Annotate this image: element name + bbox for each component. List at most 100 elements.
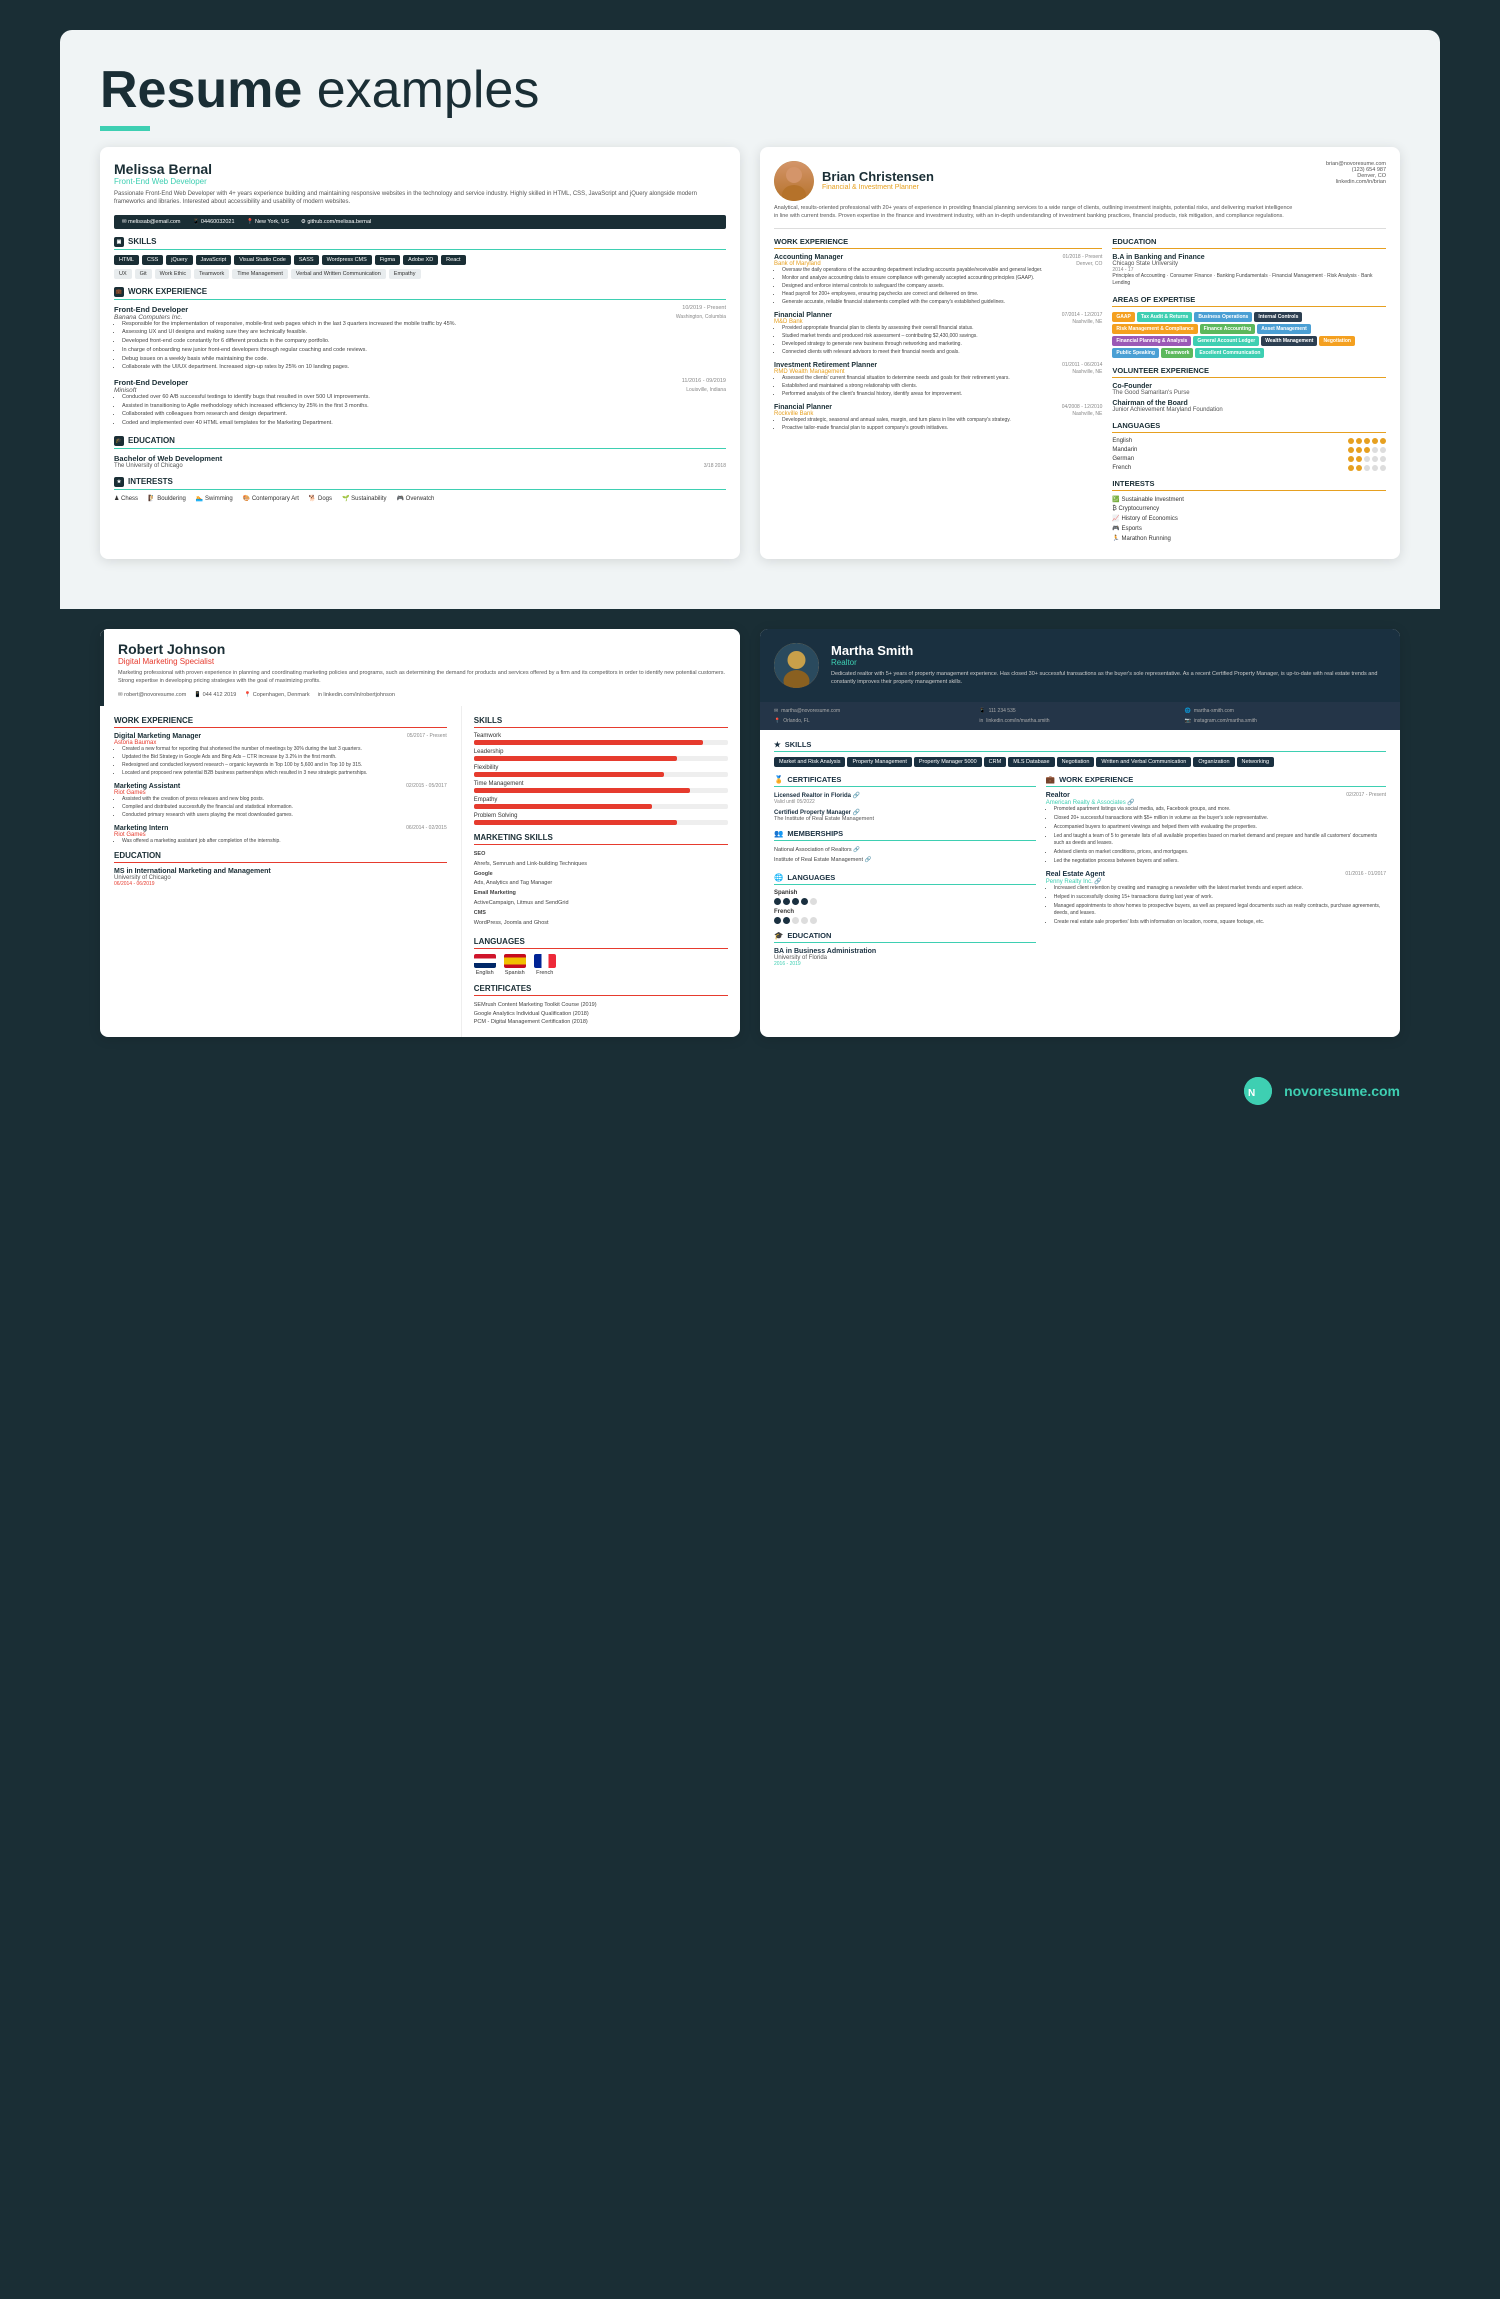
interest-chess: ♟ Chess [114,495,138,502]
brian-work-2-header: Financial Planner 07/2014 - 12/2017 [774,312,1102,319]
martha-avatar [774,643,819,688]
robert-work-1-bullets: Created a new format for reporting that … [114,746,447,777]
robert-name: Robert Johnson [118,641,726,657]
novo-logo-svg: N [1244,1077,1272,1105]
cert-2-org: The Institute of Real Estate Management [774,816,1036,822]
skill-bar-fill [474,740,703,745]
edu-icon: 🎓 [774,931,783,940]
dot [1380,447,1386,453]
brian-lang-german: German [1112,456,1386,462]
martha-work-1-title: Realtor [1046,792,1070,799]
title-section: Resume examples [60,30,1440,120]
martha-memberships-title: 👥 MEMBERSHIPS [774,829,1036,841]
robert-certs-list: SEMrush Content Marketing Toolkit Course… [474,1001,728,1027]
martha-header-text: Martha Smith Realtor Dedicated realtor w… [831,643,1386,686]
melissa-edu-section: 🎓 EDUCATION Bachelor of Web Development … [114,436,726,469]
skill-comm: Written and Verbal Communication [1096,757,1191,767]
robert-work-3-bullets: Was offered a marketing assistant job af… [114,838,447,845]
martha-lang-spanish: Spanish [774,890,1036,905]
dot [1348,465,1354,471]
dot [792,898,799,905]
martha-contact-bar: ✉ martha@novoresume.com 📱 111 234 535 🌐 … [760,702,1400,730]
melissa-header: Melissa Bernal Front-End Web Developer P… [114,161,726,207]
dot [1380,438,1386,444]
brian-avatar [774,161,814,201]
membership-icon: 👥 [774,829,783,838]
melissa-edu-title-section: 🎓 EDUCATION [114,436,726,449]
brian-work-1-title: Accounting Manager [774,254,843,261]
brian-edu-block: EDUCATION B.A in Banking and Finance Chi… [1112,237,1386,287]
martha-edu-block: 🎓 EDUCATION BA in Business Administratio… [774,931,1036,967]
robert-edu-degree: MS in International Marketing and Manage… [114,868,447,875]
brian-expertise-title: AREAS OF EXPERTISE [1112,295,1386,307]
skill-empathy: Empathy [389,269,421,279]
interest-esports: 🎮 Esports [1112,525,1386,532]
dot [1372,456,1378,462]
tag-internal: Internal Controls [1254,312,1302,322]
melissa-work-1: Front-End Developer 10/2019 - Present Ba… [114,305,726,372]
french-label: French [536,970,553,976]
english-label: English [476,970,494,976]
martha-work-1-date: 02/2017 - Present [1346,792,1386,798]
skill-market-risk: Market and Risk Analysis [774,757,845,767]
robert-left: WORK EXPERIENCE Digital Marketing Manage… [100,706,462,1038]
skill-jquery: jQuery [166,255,192,265]
melissa-work-1-title: Front-End Developer [114,305,188,314]
melissa-edu-school: The University of Chicago 3/18 2018 [114,463,726,469]
dot [1364,456,1370,462]
martha-lang-french: French [774,909,1036,924]
skill-git: Git [135,269,152,279]
robert-edu-section-title: EDUCATION [114,851,447,863]
robert-main: WORK EXPERIENCE Digital Marketing Manage… [100,706,740,1038]
melissa-work-1-header: Front-End Developer 10/2019 - Present [114,305,726,314]
martha-work-2-company: Penny Realty Inc. 🔗 [1046,878,1386,885]
brian-name: Brian Christensen [822,169,934,184]
martha-work-2-date: 01/2016 - 01/2017 [1345,871,1386,877]
skill-problem-solving: Problem Solving [474,813,728,825]
martha-work-1-bullets: Promoted apartment listings via social m… [1046,806,1386,865]
martha-lang-spanish-label: Spanish [774,890,1036,896]
skills-icon: ▣ [114,237,124,247]
melissa-edu-degree: Bachelor of Web Development [114,454,726,463]
brian-lang-mandarin: Mandarin [1112,447,1386,453]
cert-1: Licensed Realtor in Florida 🔗 Valid unti… [774,792,1036,805]
tag-tw: Teamwork [1161,348,1193,358]
martha-body: ★ SKILLS Market and Risk Analysis Proper… [760,730,1400,977]
melissa-work-2-bullets: Conducted over 60 A/B successful testing… [114,394,726,428]
brian-interests-title: INTERESTS [1112,479,1386,491]
skill-bar-fill [474,804,652,809]
melissa-title: Front-End Web Developer [114,177,726,186]
tag-audit: Tax Audit & Returns [1137,312,1193,322]
robert-title: Digital Marketing Specialist [118,657,726,666]
tag-wealth: Wealth Management [1261,336,1317,346]
robert-email: ✉ robert@novoresume.com [118,692,186,698]
skill-bar-fill [474,756,677,761]
robert-work-3-title: Marketing Intern [114,825,168,832]
martha-work-section-title: 💼 WORK EXPERIENCE [1046,775,1386,787]
brian-work-4-header: Financial Planner 04/2008 - 12/2010 [774,404,1102,411]
skill-bar-fill [474,772,665,777]
martha-linkedin: in linkedin.com/in/martha.smith [979,718,1180,724]
robert-certs-block: CERTIFICATES SEMrush Content Marketing T… [474,984,728,1027]
skill-sass: SASS [294,255,319,265]
robert-work-3-header: Marketing Intern 06/2014 - 02/2015 [114,825,447,832]
robert-certs-title: CERTIFICATES [474,984,728,996]
skill-bar-fill [474,820,677,825]
dot [810,917,817,924]
robert-work-2: Marketing Assistant 02/2015 - 05/2017 Ri… [114,783,447,819]
melissa-name: Melissa Bernal [114,161,726,177]
robert-edu-block: EDUCATION MS in International Marketing … [114,851,447,887]
robert-location: 📍 Copenhagen, Denmark [244,692,309,698]
top-resume-grid: Melissa Bernal Front-End Web Developer P… [60,131,1440,609]
dot [1372,447,1378,453]
martha-work-1-header: Realtor 02/2017 - Present [1046,792,1386,799]
french-flag [534,954,556,968]
robert-edu-date: 06/2014 - 06/2019 [114,881,447,887]
robert-work-3-date: 06/2014 - 02/2015 [406,825,447,832]
brian-header: Brian Christensen Financial & Investment… [774,161,1386,229]
melissa-skills-title: ▣ SKILLS [114,237,726,250]
brian-edu-courses: Principles of Accounting · Consumer Fina… [1112,273,1386,287]
skill-adobe: Adobe XD [403,255,438,265]
robert-languages-section-title: LANGUAGES [474,937,728,949]
tag-fp: Financial Planning & Analysis [1112,336,1191,346]
